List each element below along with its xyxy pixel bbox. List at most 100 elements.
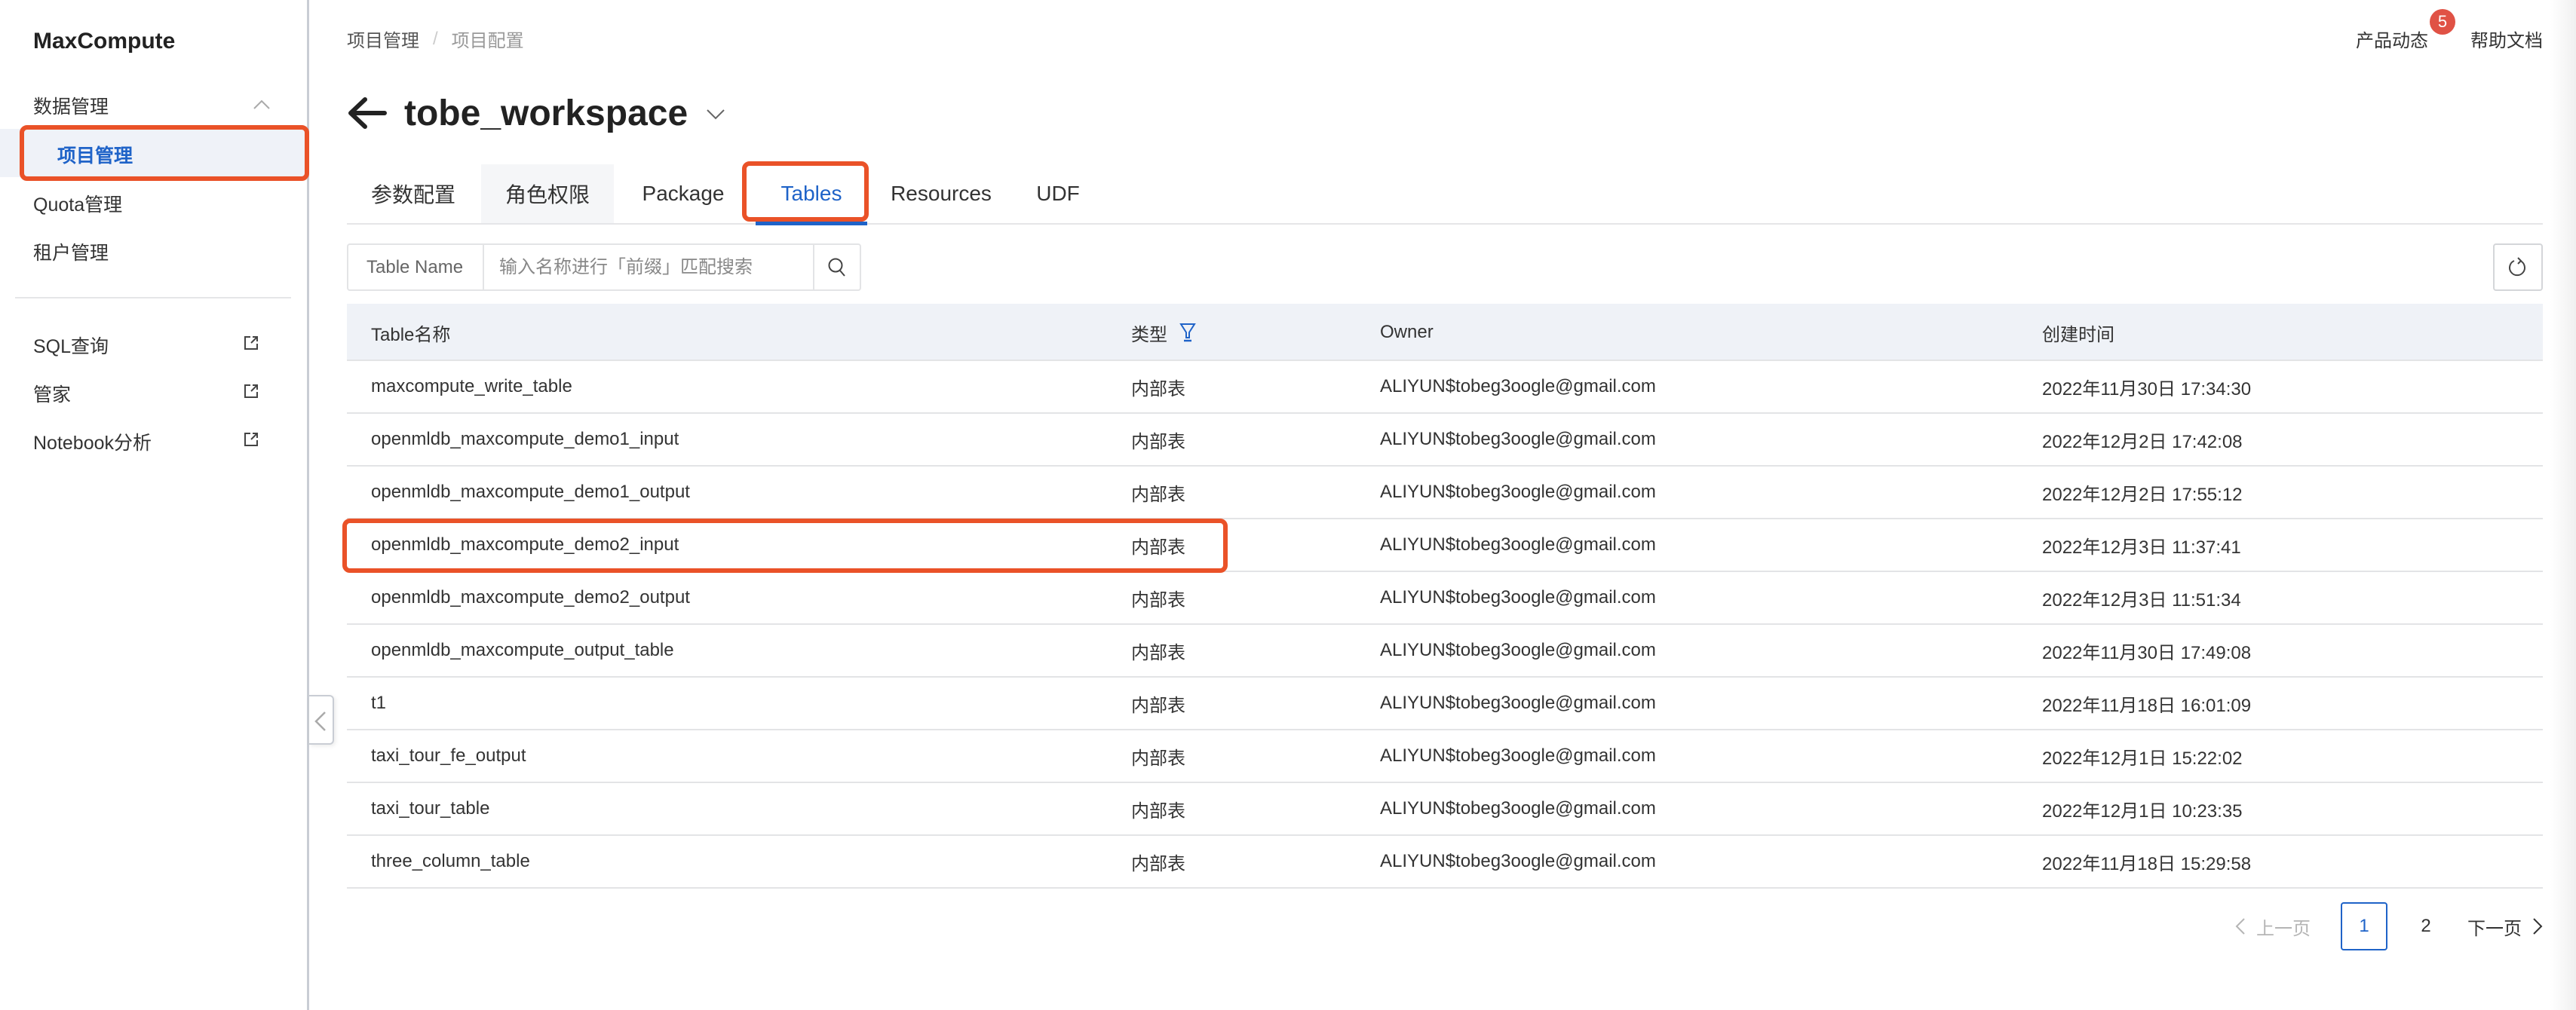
search-input[interactable] — [484, 245, 813, 289]
search-button[interactable] — [813, 245, 860, 289]
external-link-icon — [244, 336, 258, 350]
tab-role-permissions[interactable]: 角色权限 — [481, 164, 614, 223]
help-docs-link[interactable]: 帮助文档 — [2470, 26, 2543, 56]
refresh-button[interactable] — [2493, 243, 2543, 291]
table-cell-name[interactable]: openmldb_maxcompute_output_table — [371, 625, 674, 676]
filter-icon[interactable] — [1179, 323, 1196, 342]
table-cell-name[interactable]: openmldb_maxcompute_demo1_input — [371, 414, 679, 465]
chevron-up-icon — [253, 99, 270, 109]
table-cell-name[interactable]: openmldb_maxcompute_demo2_input — [371, 519, 679, 571]
sidebar-item-tenant-management[interactable]: 租户管理 — [0, 226, 307, 274]
table-cell-name[interactable]: maxcompute_write_table — [371, 361, 572, 412]
chevron-down-icon[interactable] — [706, 108, 725, 121]
column-header-created: 创建时间 — [2042, 324, 2114, 345]
tab-tables[interactable]: Tables — [753, 164, 870, 225]
breadcrumb-separator: / — [433, 28, 438, 49]
tab-package[interactable]: Package — [615, 164, 751, 223]
table-row[interactable]: openmldb_maxcompute_demo1_output 内部表 ALIYU… — [347, 467, 2543, 519]
table-row[interactable]: openmldb_maxcompute_demo2_input 内部表 ALIYUN… — [347, 519, 2543, 572]
table-cell-type: 内部表 — [1131, 589, 1185, 611]
sidebar-item-label: 项目管理 — [57, 145, 133, 167]
page-header: tobe_workspace — [347, 89, 725, 137]
breadcrumb: 项目管理 / 项目配置 — [347, 26, 524, 52]
table-row[interactable]: openmldb_maxcompute_demo2_output 内部表 ALIYU… — [347, 572, 2543, 625]
table-cell-created: 2022年12月2日 17:42:08 — [2042, 431, 2243, 452]
pagination: 上一页 1 2 下一页 — [2235, 901, 2543, 951]
external-link-icon — [244, 433, 258, 446]
prev-page-button[interactable]: 上一页 — [2235, 914, 2311, 940]
table-cell-type: 内部表 — [1131, 642, 1185, 663]
table-cell-type: 内部表 — [1131, 800, 1185, 822]
table-cell-owner: ALIYUN$tobeg3oogle@gmail.com — [1380, 429, 1656, 449]
top-links: 产品动态 5 帮助文档 — [2356, 9, 2543, 56]
chevron-right-icon — [2533, 918, 2543, 935]
sidebar-group-label: 数据管理 — [33, 96, 109, 118]
next-page-button[interactable]: 下一页 — [2467, 914, 2543, 940]
sidebar-item-sql-query[interactable]: SQL查询 — [0, 320, 307, 368]
table-cell-created: 2022年12月3日 11:37:41 — [2042, 537, 2241, 558]
table-cell-owner: ALIYUN$tobeg3oogle@gmail.com — [1380, 693, 1656, 713]
sidebar-divider — [15, 297, 291, 298]
sidebar-item-notebook[interactable]: Notebook分析 — [0, 416, 307, 464]
sidebar-item-label: Notebook分析 — [33, 433, 152, 454]
product-news-link[interactable]: 产品动态 5 — [2356, 9, 2455, 56]
table-cell-owner: ALIYUN$tobeg3oogle@gmail.com — [1380, 745, 1656, 766]
table-cell-type: 内部表 — [1131, 748, 1185, 769]
sidebar-item-label: 管家 — [33, 384, 72, 406]
chevron-left-icon — [2235, 918, 2245, 935]
table-cell-name[interactable]: openmldb_maxcompute_demo2_output — [371, 572, 690, 623]
tab-udf[interactable]: UDF — [1012, 164, 1104, 223]
page-1-button[interactable]: 1 — [2341, 902, 2387, 950]
table-cell-created: 2022年11月18日 16:01:09 — [2042, 695, 2252, 716]
table-cell-owner: ALIYUN$tobeg3oogle@gmail.com — [1380, 798, 1656, 819]
sidebar-item-label: SQL查询 — [33, 336, 109, 357]
page-2-button[interactable]: 2 — [2403, 902, 2449, 950]
external-link-icon — [244, 384, 258, 398]
table-cell-name[interactable]: openmldb_maxcompute_demo1_output — [371, 467, 690, 518]
column-header-type-label: 类型 — [1131, 324, 1167, 345]
table-row[interactable]: taxi_tour_table 内部表 ALIYUN$tobeg3oogle@gma… — [347, 783, 2543, 836]
table-cell-owner: ALIYUN$tobeg3oogle@gmail.com — [1380, 851, 1656, 871]
table-cell-owner: ALIYUN$tobeg3oogle@gmail.com — [1380, 587, 1656, 608]
table-cell-created: 2022年12月3日 11:51:34 — [2042, 589, 2241, 611]
prev-page-label: 上一页 — [2256, 918, 2311, 939]
table-cell-name[interactable]: t1 — [371, 678, 386, 729]
next-page-label: 下一页 — [2467, 918, 2522, 939]
table-row[interactable]: openmldb_maxcompute_demo1_input 内部表 ALIYUN… — [347, 414, 2543, 467]
product-news-label: 产品动态 — [2356, 31, 2428, 51]
table-row[interactable]: taxi_tour_fe_output 内部表 ALIYUN$tobeg3oogle… — [347, 730, 2543, 783]
tab-parameter-config[interactable]: 参数配置 — [347, 164, 480, 223]
table-row[interactable]: maxcompute_write_table 内部表 ALIYUN$tobeg3oo… — [347, 361, 2543, 414]
breadcrumb-item-current: 项目配置 — [451, 31, 524, 51]
sidebar: MaxCompute 数据管理 项目管理 Quota管理 租户管理 SQL查询 … — [0, 0, 309, 1010]
column-header-type: 类型 — [1131, 304, 1196, 361]
sidebar-group-data-management[interactable]: 数据管理 — [0, 89, 307, 121]
tab-resources[interactable]: Resources — [872, 164, 1010, 223]
table-cell-owner: ALIYUN$tobeg3oogle@gmail.com — [1380, 482, 1656, 502]
tab-bar: 参数配置 角色权限 Package Tables Resources UDF — [347, 164, 2543, 225]
table-cell-owner: ALIYUN$tobeg3oogle@gmail.com — [1380, 376, 1656, 396]
sidebar-item-quota-management[interactable]: Quota管理 — [0, 178, 307, 226]
table-cell-type: 内部表 — [1131, 853, 1185, 874]
back-button[interactable] — [347, 92, 389, 134]
breadcrumb-item-project-management[interactable]: 项目管理 — [347, 26, 419, 52]
table-cell-created: 2022年12月1日 15:22:02 — [2042, 748, 2243, 769]
sidebar-collapse-button[interactable] — [309, 695, 334, 745]
sidebar-item-steward[interactable]: 管家 — [0, 368, 307, 416]
table-cell-created: 2022年12月2日 17:55:12 — [2042, 484, 2243, 505]
notification-badge: 5 — [2430, 9, 2455, 35]
table-row[interactable]: openmldb_maxcompute_output_table 内部表 ALIYU… — [347, 625, 2543, 678]
sidebar-item-project-management[interactable]: 项目管理 — [0, 129, 307, 177]
sidebar-item-label: 租户管理 — [33, 243, 109, 264]
table-cell-name[interactable]: taxi_tour_fe_output — [371, 730, 526, 782]
arrow-left-icon — [348, 97, 387, 129]
table-cell-name[interactable]: taxi_tour_table — [371, 783, 489, 834]
tables-table: Table名称 类型 Owner 创建时间 maxcompute_write_t… — [347, 304, 2543, 889]
table-cell-owner: ALIYUN$tobeg3oogle@gmail.com — [1380, 640, 1656, 660]
table-search: Table Name — [347, 243, 861, 291]
table-cell-type: 内部表 — [1131, 484, 1185, 505]
column-header-name: Table名称 — [371, 324, 451, 345]
table-row[interactable]: three_column_table 内部表 ALIYUN$tobeg3oogle@… — [347, 836, 2543, 889]
table-cell-name[interactable]: three_column_table — [371, 836, 530, 887]
table-row[interactable]: t1 内部表 ALIYUN$tobeg3oogle@gmail.com 2022年11… — [347, 678, 2543, 730]
